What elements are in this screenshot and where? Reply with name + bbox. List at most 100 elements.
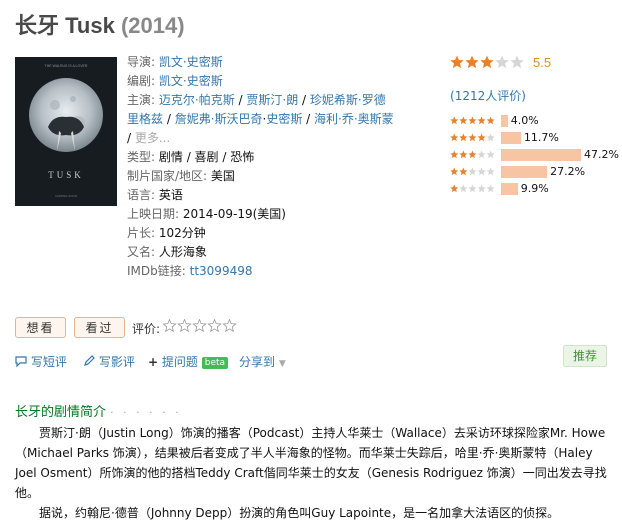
rating-bar: [501, 132, 521, 144]
row-star-icons: [450, 150, 495, 159]
rating-percent: 47.2%: [584, 148, 619, 161]
rating-percent: 9.9%: [520, 182, 549, 195]
movie-name: 长牙 Tusk: [15, 13, 115, 38]
cast-row: 主演: 迈克尔·帕克斯 / 贾斯汀·朗 / 珍妮希斯·罗德里格兹 / 詹妮弗·斯…: [127, 93, 394, 145]
star-outline-icon: [162, 318, 177, 333]
review-action[interactable]: 写影评: [83, 353, 135, 370]
star-icon: [468, 133, 477, 142]
rating-percent: 4.0%: [510, 114, 539, 127]
rating-bar: [501, 166, 548, 178]
empty-star-icons[interactable]: [162, 318, 239, 333]
rate-stars-input[interactable]: [162, 318, 239, 336]
star-outline-icon: [207, 318, 222, 333]
rating-bar: [501, 183, 518, 195]
rating-stars: [450, 55, 525, 69]
star-icon: [486, 133, 495, 142]
cast-link[interactable]: 迈克尔·帕克斯: [159, 93, 235, 107]
row-star-icons: [450, 133, 495, 142]
cast-label: 主演:: [127, 93, 156, 107]
plus-icon: +: [148, 355, 159, 369]
cast-more-link[interactable]: 更多...: [135, 131, 170, 145]
short-review-action[interactable]: 写短评: [15, 353, 67, 370]
want-to-watch-button[interactable]: 想看: [15, 317, 66, 338]
share-action[interactable]: 分享到 ▼: [239, 353, 286, 370]
cast-link[interactable]: 詹妮弗·斯沃巴奇: [175, 112, 263, 126]
release-row: 上映日期: 2014-09-19(美国): [127, 205, 395, 224]
rating-votes[interactable]: (1212人评价): [450, 87, 526, 104]
star-icon: [495, 55, 509, 69]
star-icon: [477, 167, 486, 176]
star-icons: [450, 55, 524, 69]
poster-bottom-caption: COMING SOON: [55, 194, 77, 198]
writer-label: 编剧:: [127, 74, 156, 88]
review-label: 写影评: [98, 355, 135, 369]
writer-row: 编剧: 凯文·史密斯: [127, 72, 395, 91]
star-icon: [450, 150, 459, 159]
movie-poster[interactable]: THE WALRUS IS A LOVER TUSK COMING SOON: [15, 57, 117, 206]
star-outline-icon: [222, 318, 237, 333]
genre-label: 类型:: [127, 150, 156, 164]
imdb-row: IMDb链接: tt3099498: [127, 262, 395, 281]
cast-link[interactable]: 史密斯: [266, 112, 302, 126]
rating-row: 4.0%: [450, 114, 615, 128]
aka-value: 人形海象: [158, 245, 207, 259]
rating-bar: [501, 115, 508, 127]
star-outline-icon: [192, 318, 207, 333]
star-icon: [459, 150, 468, 159]
cast-link[interactable]: 贾斯汀·朗: [246, 93, 298, 107]
imdb-link[interactable]: tt3099498: [190, 264, 253, 278]
row-star-icons: [450, 167, 495, 176]
star-icon: [459, 116, 468, 125]
poster-artwork: THE WALRUS IS A LOVER TUSK COMING SOON: [15, 57, 117, 206]
poster-top-caption: THE WALRUS IS A LOVER: [45, 64, 88, 68]
star-icon: [477, 116, 486, 125]
ask-action[interactable]: + 提问题 beta: [148, 353, 229, 370]
watched-button[interactable]: 看过: [74, 317, 125, 338]
beta-badge: beta: [201, 357, 229, 369]
rating-percent: 11.7%: [523, 131, 559, 144]
language-value: 英语: [158, 188, 183, 202]
pencil-icon: [84, 355, 95, 366]
summary-heading: 长牙的剧情简介 · · · · · ·: [15, 401, 182, 420]
star-icon: [480, 55, 494, 69]
star-icon: [510, 55, 524, 69]
star-icon: [465, 55, 479, 69]
movie-year: (2014): [120, 13, 185, 38]
ask-label: 提问题: [161, 355, 198, 369]
summary-paragraph: 据说，约翰尼·德普（Johnny Depp）扮演的角色叫Guy Lapointe…: [39, 506, 560, 520]
row-star-icons: [450, 184, 495, 193]
star-icon: [450, 167, 459, 176]
star-icon: [450, 116, 459, 125]
votes-count: 1212: [454, 89, 486, 103]
star-icon: [459, 184, 468, 193]
rating-score: 5.5: [533, 55, 552, 70]
rating-percent: 27.2%: [550, 165, 586, 178]
short-review-label: 写短评: [30, 355, 67, 369]
star-icon: [459, 133, 468, 142]
release-label: 上映日期:: [127, 207, 180, 221]
country-row: 制片国家/地区: 美国: [127, 167, 395, 186]
language-row: 语言: 英语: [127, 186, 395, 205]
movie-info: 导演: 凯文·史密斯 编剧: 凯文·史密斯 主演: 迈克尔·帕克斯 / 贾斯汀·…: [127, 53, 395, 281]
director-label: 导演:: [127, 55, 156, 69]
chevron-down-icon: ▼: [278, 359, 286, 369]
release-value: 2014-09-19(美国): [182, 207, 286, 221]
star-icon: [450, 184, 459, 193]
runtime-value: 102分钟: [158, 226, 206, 240]
row-star-icons: [450, 116, 495, 125]
director-link[interactable]: 凯文·史密斯: [159, 55, 223, 69]
summary-dots: · · · · · ·: [110, 406, 182, 419]
star-icon: [459, 167, 468, 176]
recommend-button[interactable]: 推荐: [563, 345, 607, 367]
cast-link[interactable]: 海利·乔·奥斯蒙: [314, 112, 394, 126]
director-row: 导演: 凯文·史密斯: [127, 53, 395, 72]
poster-title: TUSK: [48, 170, 84, 180]
summary-paragraph: 贾斯汀·朗（Justin Long）饰演的播客（Podcast）主持人华莱士（W…: [15, 426, 607, 500]
writer-link[interactable]: 凯文·史密斯: [159, 74, 223, 88]
star-icon: [486, 167, 495, 176]
star-icon: [477, 133, 486, 142]
runtime-row: 片长: 102分钟: [127, 224, 395, 243]
rating-bar: [501, 149, 581, 161]
share-label: 分享到: [239, 355, 276, 369]
rating-row: 27.2%: [450, 165, 615, 179]
